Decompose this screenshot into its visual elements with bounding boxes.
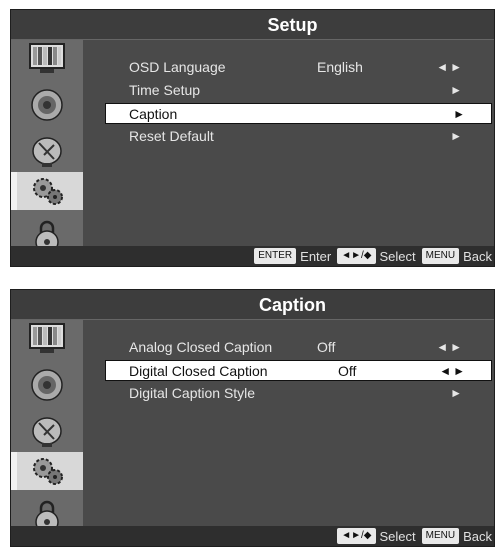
menu-title: Setup xyxy=(11,10,494,40)
left-right-arrow-icon: ◄► xyxy=(436,340,464,354)
menu-key-badge: MENU xyxy=(421,248,460,264)
caption-menu-panel: Caption Analog Closed Caption Off ◄► Dig… xyxy=(10,289,495,547)
setup-menu-panel: Setup OSD Language English ◄► Time Setup… xyxy=(10,9,495,267)
select-key-badge: ◄►/◆ xyxy=(337,528,376,544)
right-arrow-icon: ► xyxy=(450,129,464,143)
enter-key-badge: ENTER xyxy=(254,248,297,264)
right-arrow-icon: ► xyxy=(450,386,464,400)
audio-icon xyxy=(31,369,63,401)
left-right-arrow-icon: ◄► xyxy=(439,364,467,378)
menu-item-value: Off xyxy=(317,339,336,355)
menu-item-label: Digital Caption Style xyxy=(129,385,256,401)
menu-item-osd-language[interactable]: OSD Language English ◄► xyxy=(117,57,490,77)
select-hint: Select xyxy=(379,248,416,264)
sidebar-channel[interactable] xyxy=(19,412,75,450)
menu-item-caption[interactable]: Caption ► xyxy=(105,103,492,124)
select-hint: Select xyxy=(379,528,416,544)
menu-item-label: Analog Closed Caption xyxy=(129,339,273,355)
menu-item-time-setup[interactable]: Time Setup ► xyxy=(117,80,490,100)
menu-footer: ENTER Enter ◄►/◆ Select MENU Back xyxy=(11,246,494,266)
picture-icon xyxy=(29,43,65,73)
sidebar-setup[interactable] xyxy=(11,172,83,210)
menu-item-label: Caption xyxy=(129,106,178,122)
audio-icon xyxy=(31,89,63,121)
enter-hint: Enter xyxy=(300,248,332,264)
sidebar-audio[interactable] xyxy=(19,366,75,404)
back-hint: Back xyxy=(463,248,492,264)
back-hint: Back xyxy=(463,528,492,544)
menu-item-label: Digital Closed Caption xyxy=(129,363,268,379)
menu-item-label: OSD Language xyxy=(129,59,226,75)
menu-item-digital-caption-style[interactable]: Digital Caption Style ► xyxy=(117,383,490,403)
select-key-badge: ◄►/◆ xyxy=(337,248,376,264)
picture-icon xyxy=(29,323,65,353)
menu-item-digital-closed-caption[interactable]: Digital Closed Caption Off ◄► xyxy=(105,360,492,381)
right-arrow-icon: ► xyxy=(450,83,464,97)
menu-sidebar xyxy=(11,10,83,254)
menu-item-label: Time Setup xyxy=(129,82,201,98)
sidebar-audio[interactable] xyxy=(19,86,75,124)
menu-footer: ◄►/◆ Select MENU Back xyxy=(11,526,494,546)
sidebar-setup[interactable] xyxy=(11,452,83,490)
right-arrow-icon: ► xyxy=(453,107,467,121)
sidebar-picture[interactable] xyxy=(19,40,75,78)
sidebar-channel[interactable] xyxy=(19,132,75,170)
setup-gear-icon xyxy=(33,178,63,205)
menu-key-badge: MENU xyxy=(421,528,460,544)
setup-gear-icon xyxy=(33,458,63,485)
channel-icon xyxy=(32,417,62,447)
menu-title: Caption xyxy=(11,290,494,320)
menu-item-reset-default[interactable]: Reset Default ► xyxy=(117,126,490,146)
menu-item-label: Reset Default xyxy=(129,128,214,144)
channel-icon xyxy=(32,137,62,167)
menu-sidebar xyxy=(11,290,83,534)
menu-item-value: English xyxy=(317,59,363,75)
menu-item-analog-closed-caption[interactable]: Analog Closed Caption Off ◄► xyxy=(117,337,490,357)
sidebar-picture[interactable] xyxy=(19,320,75,358)
left-right-arrow-icon: ◄► xyxy=(436,60,464,74)
menu-item-value: Off xyxy=(338,363,357,379)
